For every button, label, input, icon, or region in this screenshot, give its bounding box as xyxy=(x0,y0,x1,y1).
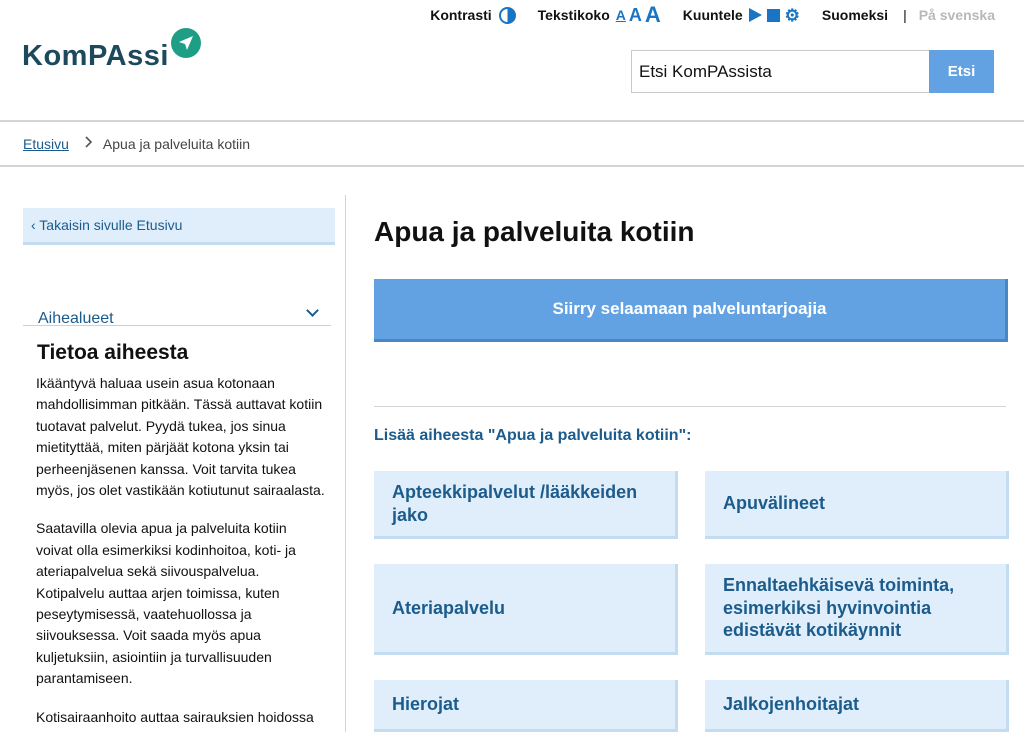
lang-separator: | xyxy=(903,7,907,23)
breadcrumb-current: Apua ja palveluita kotiin xyxy=(102,135,251,152)
chevron-right-icon xyxy=(85,136,93,151)
back-link[interactable]: ‹ Takaisin sivulle Etusivu xyxy=(23,208,335,245)
listen-label: Kuuntele xyxy=(682,7,743,23)
stop-icon[interactable] xyxy=(766,8,780,22)
more-topics-heading: Lisää aiheesta "Apua ja palveluita kotii… xyxy=(374,427,692,444)
page-title: Apua ja palveluita kotiin xyxy=(374,216,695,247)
search-form: Etsi xyxy=(631,50,994,93)
sidebar-text: Ikääntyvä haluaa usein asua kotonaan mah… xyxy=(36,373,326,732)
contrast-label: Kontrasti xyxy=(430,7,492,23)
browse-providers-button[interactable]: Siirry selaamaan palveluntarjoajia xyxy=(374,279,1008,342)
accessibility-toolbar: Kontrasti Tekstikoko A A A Kuuntele ⚙ Su… xyxy=(430,4,995,26)
breadcrumb-home-link[interactable]: Etusivu xyxy=(23,136,69,152)
logo-text: KomPAssi xyxy=(22,40,169,72)
search-button[interactable]: Etsi xyxy=(929,50,994,93)
topic-card-pharmacy[interactable]: Apteekkipalvelut /lääkkeiden jako xyxy=(374,471,678,539)
topics-label: Aihealueet xyxy=(38,310,114,327)
language-switcher: Suomeksi | På svenska xyxy=(822,7,995,23)
text-size-control: Tekstikoko A A A xyxy=(538,4,661,26)
column-divider xyxy=(345,195,346,732)
breadcrumb: Etusivu Apua ja palveluita kotiin xyxy=(0,122,1024,167)
lang-finnish-link[interactable]: Suomeksi xyxy=(822,7,888,23)
site-logo[interactable]: KomPAssi xyxy=(22,28,201,73)
compass-logo-icon xyxy=(170,28,201,58)
lang-swedish-link[interactable]: På svenska xyxy=(919,7,995,23)
topics-accordion[interactable]: Aihealueet xyxy=(23,268,331,327)
topic-card-preventive[interactable]: Ennaltaehkäisevä toiminta, esimerkiksi h… xyxy=(705,564,1009,655)
sidebar-paragraph: Kotisairaanhoito auttaa sairauksien hoid… xyxy=(36,708,314,732)
contrast-toggle[interactable]: Kontrasti xyxy=(430,6,516,24)
sidebar-heading: Tietoa aiheesta xyxy=(37,341,189,364)
topic-card-aids[interactable]: Apuvälineet xyxy=(705,471,1009,539)
text-size-medium-button[interactable]: A xyxy=(629,6,642,24)
text-size-label: Tekstikoko xyxy=(537,7,610,23)
play-icon[interactable] xyxy=(748,8,762,22)
listen-control: Kuuntele ⚙ xyxy=(683,7,800,24)
site-header: KomPAssi Kontrasti Tekstikoko A A A Kuun… xyxy=(0,0,1024,122)
topic-card-podiatrists[interactable]: Jalkojenhoitajat xyxy=(705,680,1009,732)
section-divider xyxy=(374,406,1006,407)
text-size-large-button[interactable]: A xyxy=(645,4,661,26)
sidebar-paragraph: Saatavilla olevia apua ja palveluita kot… xyxy=(36,520,296,687)
sidebar: ‹ Takaisin sivulle Etusivu Aihealueet Ti… xyxy=(23,208,335,732)
topic-card-meal-service[interactable]: Ateriapalvelu xyxy=(374,564,678,655)
topic-card-masseurs[interactable]: Hierojat xyxy=(374,680,678,732)
gear-icon[interactable]: ⚙ xyxy=(785,7,800,24)
sidebar-paragraph: Ikääntyvä haluaa usein asua kotonaan mah… xyxy=(36,375,325,499)
contrast-icon xyxy=(498,6,516,24)
text-size-small-button[interactable]: A xyxy=(616,8,626,22)
search-input[interactable] xyxy=(631,50,929,93)
chevron-down-icon xyxy=(306,304,319,317)
